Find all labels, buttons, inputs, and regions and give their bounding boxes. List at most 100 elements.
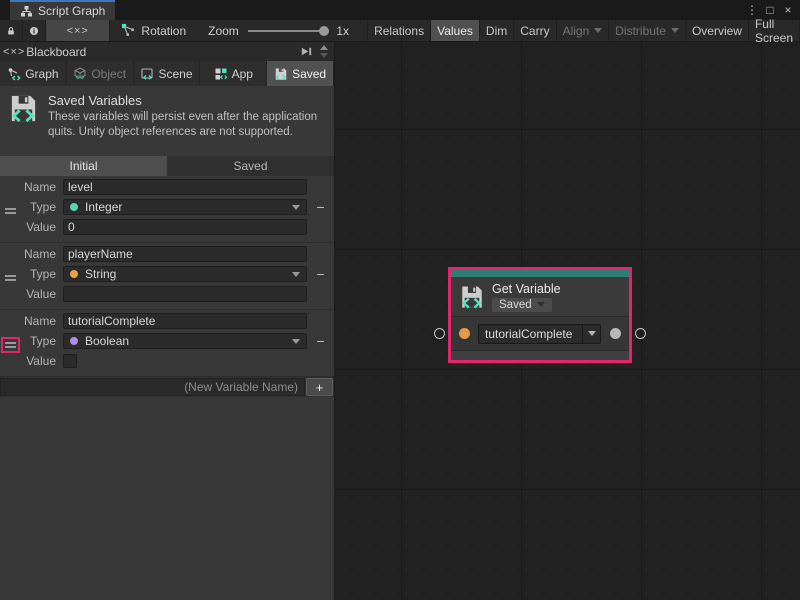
remove-variable-button[interactable]: − <box>316 267 324 281</box>
drag-handle[interactable] <box>1 203 20 219</box>
integer-type-icon <box>70 203 78 211</box>
code-preview-button[interactable]: <×> <box>46 20 110 41</box>
tab-saved[interactable]: Saved <box>267 61 334 86</box>
get-variable-node[interactable]: Get Variable Saved tutorialComplete <box>448 267 632 363</box>
blackboard-title: Blackboard <box>26 45 86 59</box>
tab-saved-values[interactable]: Saved <box>167 156 334 176</box>
zoom-slider-track <box>248 30 330 32</box>
zoom-value: 1x <box>336 20 349 41</box>
variable-name-input[interactable] <box>63 313 307 329</box>
variable-name-input[interactable] <box>63 246 307 262</box>
remove-variable-button[interactable]: − <box>316 200 324 214</box>
node-accent-bar <box>451 270 629 277</box>
tab-initial[interactable]: Initial <box>0 156 167 176</box>
string-type-icon <box>70 270 78 278</box>
variable-scope-tabs: Graph Object Scene <box>0 61 334 86</box>
value-label: Value <box>20 354 56 368</box>
values-toggle[interactable]: Values <box>431 20 480 41</box>
variable-row-tutorialcomplete: Name Type Boolean − Value <box>0 310 334 377</box>
drag-handle-highlight-annotation[interactable] <box>1 337 20 353</box>
dim-toggle[interactable]: Dim <box>480 20 514 41</box>
remove-variable-button[interactable]: − <box>316 334 324 348</box>
new-variable-input[interactable] <box>0 378 305 396</box>
carry-toggle[interactable]: Carry <box>514 20 556 41</box>
node-footer <box>451 351 629 360</box>
tab-object[interactable]: Object <box>67 61 134 86</box>
graph-canvas[interactable]: Get Variable Saved tutorialComplete <box>335 42 800 600</box>
rotation-control[interactable]: Rotation <box>121 20 186 41</box>
chevron-down-icon <box>292 272 300 277</box>
scroll-down-icon[interactable] <box>320 53 328 58</box>
chevron-down-icon <box>671 28 679 33</box>
variable-value-input[interactable] <box>63 219 307 235</box>
value-label: Value <box>20 220 56 234</box>
saved-variables-info: Saved Variables These variables will per… <box>0 86 334 156</box>
variable-row-playername: Name Type String − Value <box>0 243 334 310</box>
info-description: These variables will persist even after … <box>48 110 326 139</box>
blackboard-panel: <×> Blackboard Graph <box>0 42 335 600</box>
saved-variables-icon <box>274 67 288 81</box>
blackboard-empty-area <box>0 397 334 600</box>
variable-type-dropdown[interactable]: String <box>63 266 307 282</box>
toolbar-toggle-group: Relations Values Dim Carry Align Distrib… <box>367 20 800 41</box>
node-header[interactable]: Get Variable Saved <box>451 277 629 317</box>
variable-name-dropdown[interactable]: tutorialComplete <box>478 324 583 344</box>
lock-button[interactable] <box>0 20 23 41</box>
type-label: Type <box>20 334 56 348</box>
script-graph-tab[interactable]: Script Graph <box>10 0 115 20</box>
script-graph-icon <box>20 5 33 18</box>
variable-value-checkbox[interactable] <box>63 354 77 368</box>
relations-toggle[interactable]: Relations <box>368 20 431 41</box>
rotation-icon <box>121 23 136 38</box>
new-variable-row: + <box>0 377 334 397</box>
chevron-down-icon <box>292 339 300 344</box>
overview-button[interactable]: Overview <box>686 20 749 41</box>
scroll-up-icon[interactable] <box>320 45 328 50</box>
info-title: Saved Variables <box>48 93 326 108</box>
dock-icon[interactable] <box>300 45 313 58</box>
variable-value-input[interactable] <box>63 286 307 302</box>
drag-handle[interactable] <box>1 270 20 286</box>
name-label: Name <box>20 314 56 328</box>
app-variables-icon <box>214 67 228 81</box>
node-title: Get Variable <box>492 282 561 296</box>
value-state-tabs: Initial Saved <box>0 156 334 176</box>
variable-name-dropdown-button[interactable] <box>583 324 601 344</box>
add-variable-button[interactable]: + <box>306 378 333 396</box>
unity-visual-scripting-window: Script Graph ⋮ □ × <×> <box>0 0 800 600</box>
variable-name-input[interactable] <box>63 179 307 195</box>
zoom-slider[interactable] <box>248 20 330 42</box>
distribute-dropdown[interactable]: Distribute <box>609 20 686 41</box>
name-label: Name <box>20 180 56 194</box>
tab-app[interactable]: App <box>200 61 267 86</box>
input-port[interactable] <box>459 328 470 339</box>
zoom-slider-handle[interactable] <box>319 26 329 36</box>
chevron-down-icon <box>537 302 545 307</box>
info-button[interactable] <box>23 20 46 41</box>
type-label: Type <box>20 200 56 214</box>
variable-type-dropdown[interactable]: Boolean <box>63 333 307 349</box>
variable-type-dropdown[interactable]: Integer <box>63 199 307 215</box>
lock-icon <box>6 24 16 38</box>
rotation-label: Rotation <box>141 24 186 38</box>
variable-row-level: Name Type Integer − Value <box>0 176 334 243</box>
graph-variables-icon <box>7 67 21 81</box>
blackboard-header: <×> Blackboard <box>0 42 334 61</box>
full-screen-button[interactable]: Full Screen <box>749 20 800 41</box>
tab-scene[interactable]: Scene <box>134 61 201 86</box>
variable-scope-dropdown[interactable]: Saved <box>492 298 552 312</box>
align-dropdown[interactable]: Align <box>557 20 610 41</box>
zoom-label: Zoom <box>208 20 239 41</box>
output-port[interactable] <box>610 328 621 339</box>
scene-variables-icon <box>140 67 154 81</box>
scroll-steppers[interactable] <box>317 45 331 58</box>
boolean-type-icon <box>70 337 78 345</box>
graph-toolbar: <×> Rotation Zoom 1x Relations Values Di… <box>0 20 800 42</box>
title-bar: Script Graph ⋮ □ × <box>0 0 800 20</box>
outer-output-port[interactable] <box>635 328 646 339</box>
info-icon <box>29 24 39 38</box>
outer-input-port[interactable] <box>434 328 445 339</box>
code-icon: <×> <box>67 25 89 37</box>
tab-graph[interactable]: Graph <box>0 61 67 86</box>
chevron-down-icon <box>594 28 602 33</box>
